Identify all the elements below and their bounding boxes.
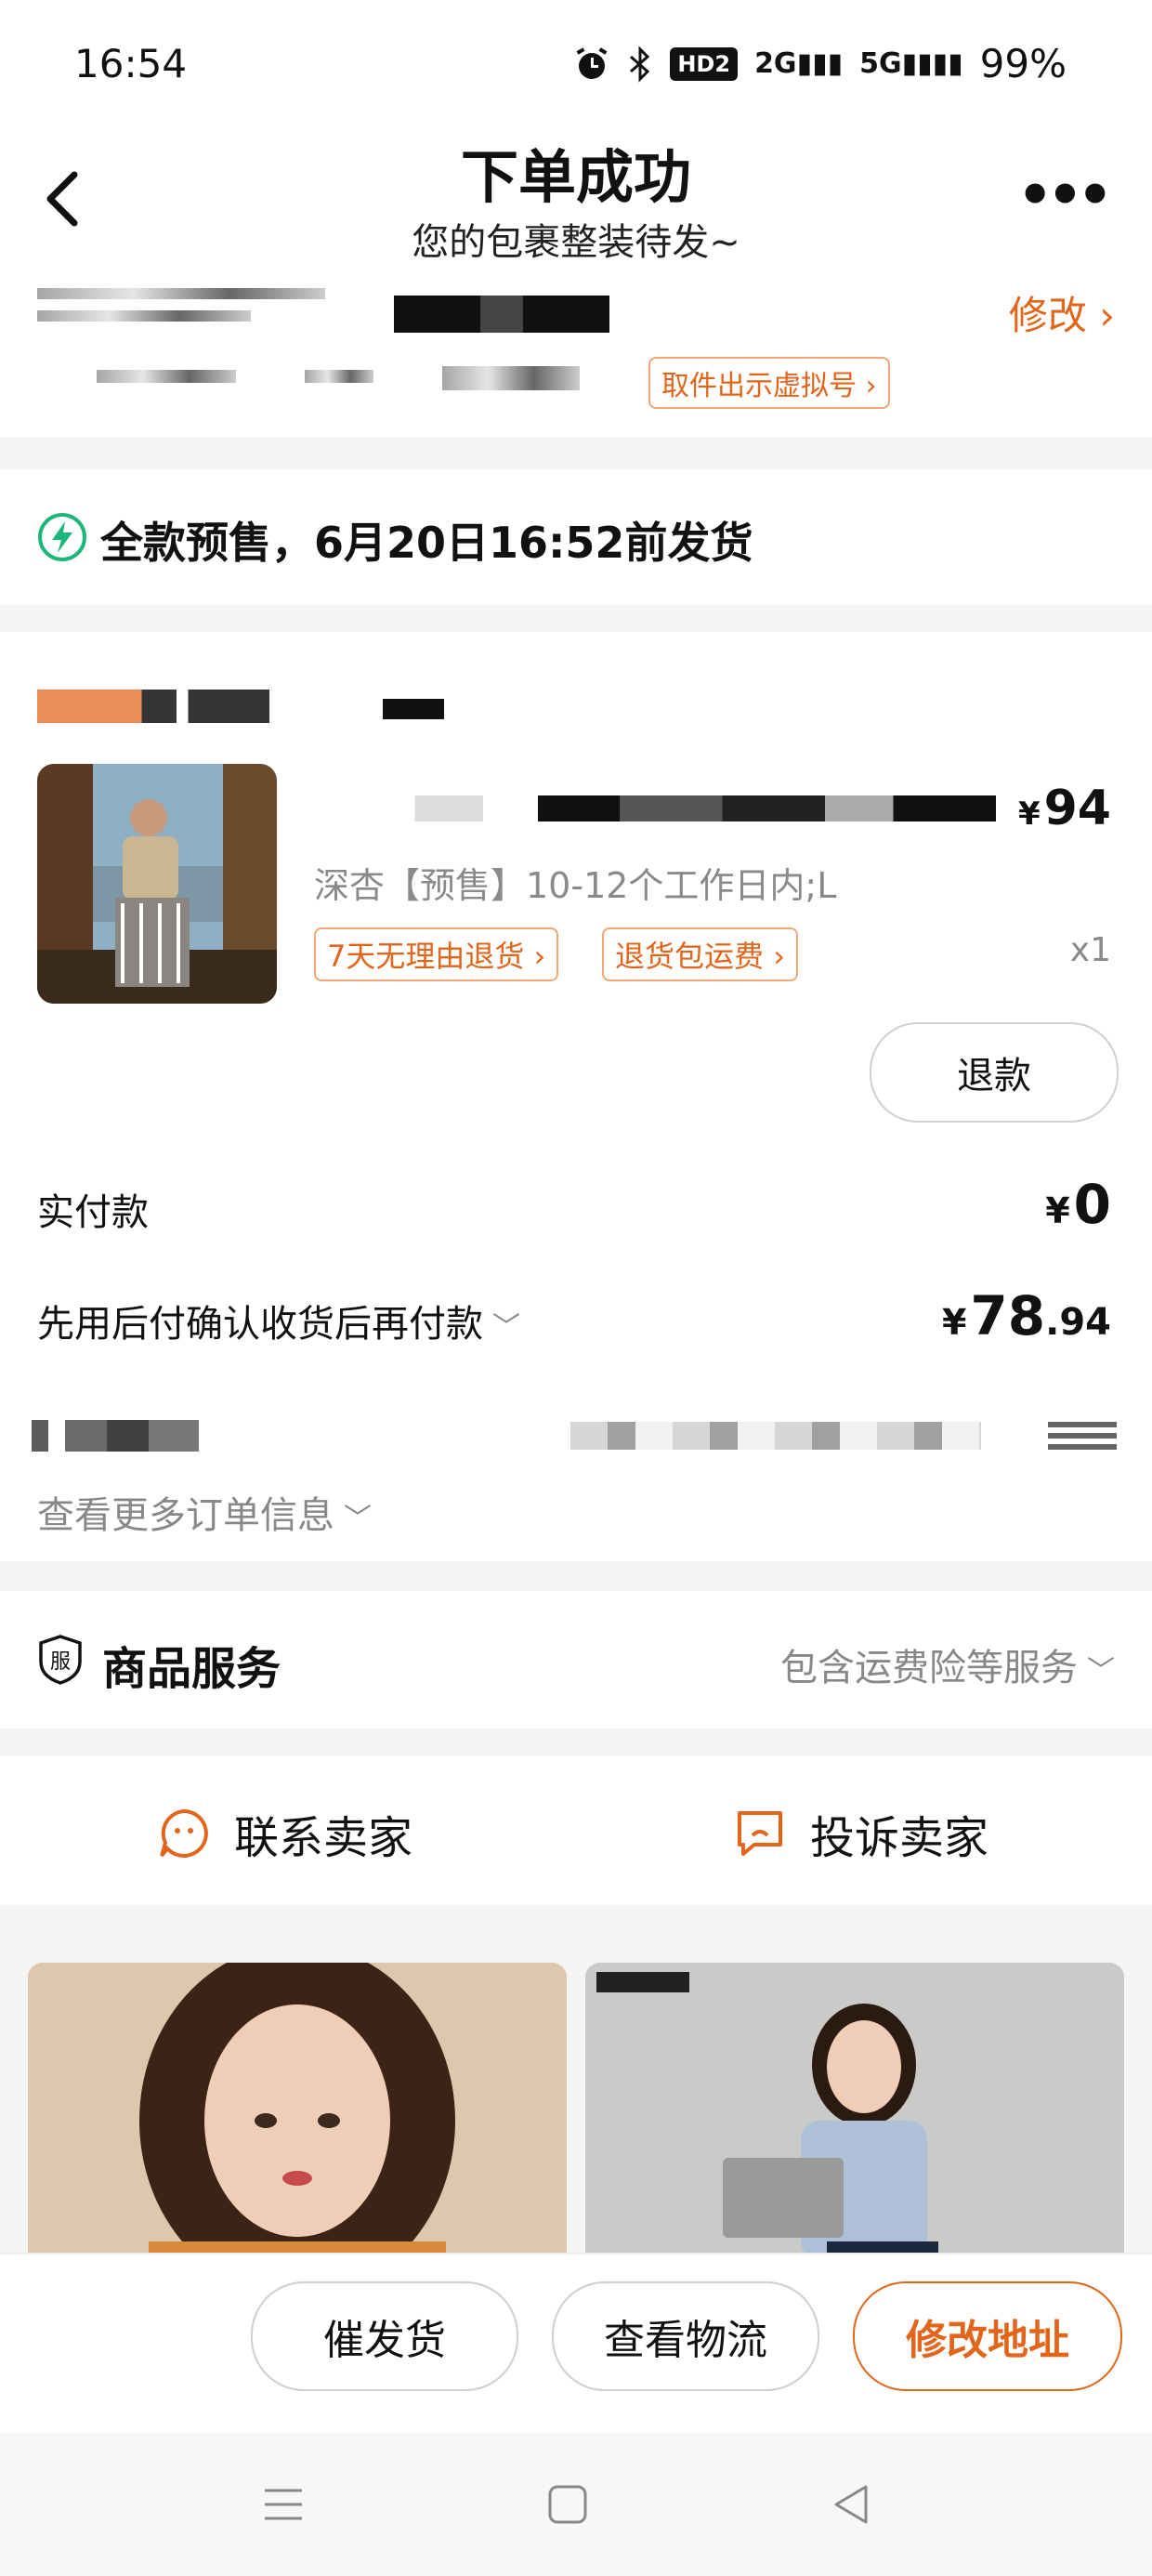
paid-label: 实付款 xyxy=(37,1191,149,1234)
pay-later-label[interactable]: 先用后付确认收货后再付款 ﹀ xyxy=(37,1294,520,1347)
signal-2g-icon: 2G▮▮▮ xyxy=(754,47,844,80)
complain-seller-button[interactable]: 投诉卖家 xyxy=(732,1801,988,1866)
chevron-down-icon: ﹀ xyxy=(492,1311,520,1344)
chevron-down-icon: ﹀ xyxy=(1087,1655,1115,1688)
smile-chat-icon xyxy=(160,1808,208,1858)
address-redacted xyxy=(305,370,373,383)
address-redacted xyxy=(97,370,236,383)
view-logistics-button[interactable]: 查看物流 xyxy=(552,2281,819,2391)
urge-shipment-button[interactable]: 催发货 xyxy=(251,2281,518,2391)
product-variant: 深杏【预售】10-12个工作日内;L xyxy=(314,865,837,906)
pickup-virtual-number-button[interactable]: 取件出示虚拟号 › xyxy=(648,357,890,409)
shop-name-redacted xyxy=(383,699,444,719)
signal-5g-icon: 5G▮▮▮▮ xyxy=(859,47,963,80)
service-shield-icon: 服 xyxy=(39,1635,82,1685)
recommended-product-card[interactable] xyxy=(585,1963,1124,2260)
service-description[interactable]: 包含运费险等服务 ﹀ xyxy=(780,1637,1115,1691)
bluetooth-icon xyxy=(630,45,650,83)
bolt-icon xyxy=(38,513,86,561)
complain-chat-icon xyxy=(738,1811,782,1856)
more-icon[interactable]: ••• xyxy=(1017,167,1113,223)
back-nav-icon[interactable] xyxy=(829,2481,875,2528)
status-time: 16:54 xyxy=(74,41,188,86)
home-icon[interactable] xyxy=(544,2481,591,2528)
presale-text: 全款预售，6月20日16:52前发货 xyxy=(100,518,753,568)
order-info-redacted xyxy=(32,1420,199,1452)
address-redacted xyxy=(37,288,325,299)
modify-address-button[interactable]: 修改地址 xyxy=(853,2281,1122,2391)
page-subtitle: 您的包裹整装待发~ xyxy=(412,221,740,264)
product-quantity: x1 xyxy=(1069,931,1111,969)
pay-later-value: ¥78.94 xyxy=(941,1284,1111,1347)
order-info-redacted xyxy=(1048,1422,1117,1450)
svg-text:服: 服 xyxy=(50,1650,71,1674)
contact-seller-button[interactable]: 联系卖家 xyxy=(156,1801,412,1866)
modify-address-link[interactable]: 修改 › xyxy=(1009,284,1115,341)
return-7day-tag[interactable]: 7天无理由退货 › xyxy=(314,927,559,981)
chevron-down-icon: ﹀ xyxy=(344,1503,372,1535)
order-info-redacted xyxy=(570,1422,981,1450)
battery-level: 99% xyxy=(979,41,1067,86)
alarm-icon xyxy=(576,46,608,79)
hd-icon: HD2 xyxy=(670,46,739,81)
product-price: ¥94 xyxy=(1017,781,1111,836)
refund-button[interactable]: 退款 xyxy=(870,1022,1119,1123)
page-title: 下单成功 xyxy=(460,143,691,211)
free-return-shipping-tag[interactable]: 退货包运费 › xyxy=(602,927,798,981)
recommended-product-card[interactable] xyxy=(28,1963,567,2260)
status-icons: HD2 2G▮▮▮ 5G▮▮▮▮ 99% xyxy=(573,41,1067,86)
menu-icon[interactable] xyxy=(260,2481,307,2528)
paid-value: ¥0 xyxy=(1045,1173,1111,1236)
product-title-redacted[interactable] xyxy=(312,795,996,821)
product-image[interactable] xyxy=(37,764,277,1004)
more-order-info-link[interactable]: 查看更多订单信息 ﹀ xyxy=(37,1485,372,1539)
address-redacted xyxy=(442,366,580,390)
shop-name-redacted[interactable] xyxy=(37,690,269,723)
address-redacted xyxy=(37,310,251,322)
service-title: 商品服务 xyxy=(102,1643,281,1695)
address-redacted xyxy=(394,296,609,333)
